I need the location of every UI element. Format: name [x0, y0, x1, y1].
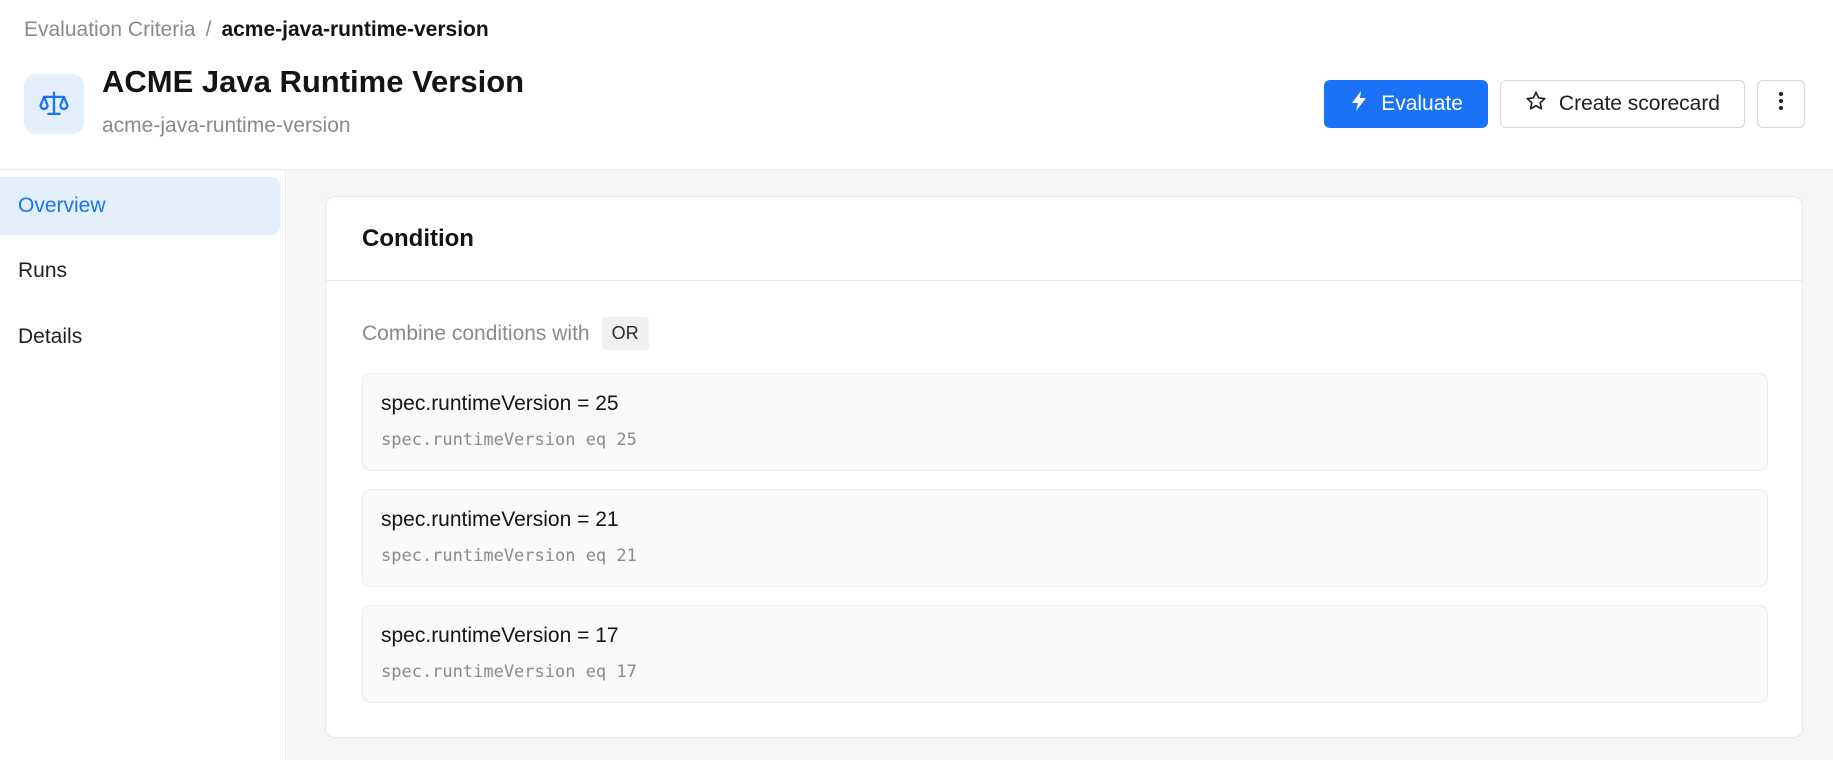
sidebar-item-label: Overview [18, 194, 106, 217]
sidebar-item-overview[interactable]: Overview [0, 177, 280, 235]
star-icon [1525, 90, 1547, 118]
create-scorecard-button[interactable]: Create scorecard [1499, 80, 1745, 128]
scale-icon [24, 74, 84, 134]
condition-code: spec.runtimeVersion eq 25 [381, 430, 637, 450]
header-actions: Evaluate Create scorecard [1324, 80, 1805, 128]
page: Evaluation Criteria / acme-java-runtime-… [0, 0, 1833, 760]
sidebar: Overview Runs Details [0, 170, 286, 760]
condition-code: spec.runtimeVersion eq 17 [381, 662, 637, 682]
condition-item: spec.runtimeVersion = 25 spec.runtimeVer… [362, 373, 1768, 471]
breadcrumb-current: acme-java-runtime-version [221, 18, 489, 41]
condition-item: spec.runtimeVersion = 17 spec.runtimeVer… [362, 605, 1768, 703]
condition-expression: spec.runtimeVersion = 25 [381, 392, 619, 415]
condition-expression: spec.runtimeVersion = 21 [381, 508, 619, 531]
condition-title: Condition [362, 224, 474, 252]
condition-list: spec.runtimeVersion = 25 spec.runtimeVer… [362, 373, 1768, 721]
breadcrumb-separator: / [205, 18, 212, 41]
condition-item: spec.runtimeVersion = 21 spec.runtimeVer… [362, 489, 1768, 587]
evaluate-button[interactable]: Evaluate [1324, 80, 1488, 128]
breadcrumb-parent-link[interactable]: Evaluation Criteria [24, 18, 196, 42]
condition-code: spec.runtimeVersion eq 21 [381, 546, 637, 566]
combine-label: Combine conditions with [362, 321, 590, 345]
lightning-icon [1349, 90, 1369, 118]
page-title: ACME Java Runtime Version [102, 64, 525, 99]
operator-badge: OR [601, 317, 649, 350]
sidebar-item-label: Runs [18, 259, 68, 282]
create-scorecard-label: Create scorecard [1558, 92, 1720, 115]
evaluate-button-label: Evaluate [1381, 92, 1463, 115]
condition-card: Condition Combine conditions with OR spe… [325, 196, 1803, 738]
kebab-menu-icon [1778, 90, 1784, 118]
sidebar-item-label: Details [18, 325, 83, 348]
breadcrumb: Evaluation Criteria / acme-java-runtime-… [24, 18, 489, 42]
condition-expression: spec.runtimeVersion = 17 [381, 624, 619, 647]
sidebar-item-details[interactable]: Details [0, 308, 280, 366]
main-content: Condition Combine conditions with OR spe… [287, 170, 1833, 760]
combine-conditions: Combine conditions with OR [362, 317, 649, 350]
page-subtitle: acme-java-runtime-version [102, 114, 351, 137]
condition-card-header: Condition [326, 197, 1802, 281]
more-options-button[interactable] [1757, 80, 1805, 128]
sidebar-item-runs[interactable]: Runs [0, 242, 280, 300]
page-header: Evaluation Criteria / acme-java-runtime-… [0, 0, 1833, 170]
